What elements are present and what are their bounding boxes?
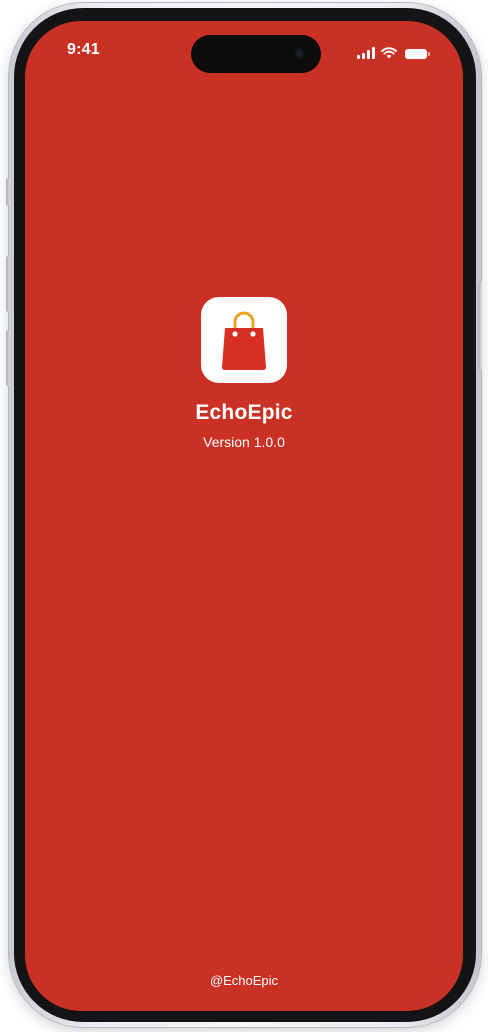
app-name: EchoEpic (195, 401, 293, 424)
status-time: 9:41 (67, 41, 100, 58)
status-icons (357, 43, 430, 59)
dynamic-island (191, 35, 321, 73)
cellular-signal-icon (357, 47, 375, 59)
status-bar: 9:41 (25, 21, 463, 77)
front-camera (294, 48, 305, 59)
splash-content: EchoEpic Version 1.0.0 (25, 297, 463, 450)
footer-handle: @EchoEpic (209, 973, 279, 988)
volume-up-button (6, 256, 10, 312)
power-button (478, 282, 482, 370)
battery-icon (405, 49, 430, 59)
splash-screen: 9:41 EchoEpic Version 1.0.0 @EchoEpic (25, 21, 463, 1011)
app-logo (201, 297, 287, 383)
action-button (6, 178, 10, 206)
wifi-icon (381, 47, 397, 59)
app-version: Version 1.0.0 (203, 434, 285, 450)
volume-down-button (6, 330, 10, 386)
shopping-bag-icon (222, 311, 266, 370)
